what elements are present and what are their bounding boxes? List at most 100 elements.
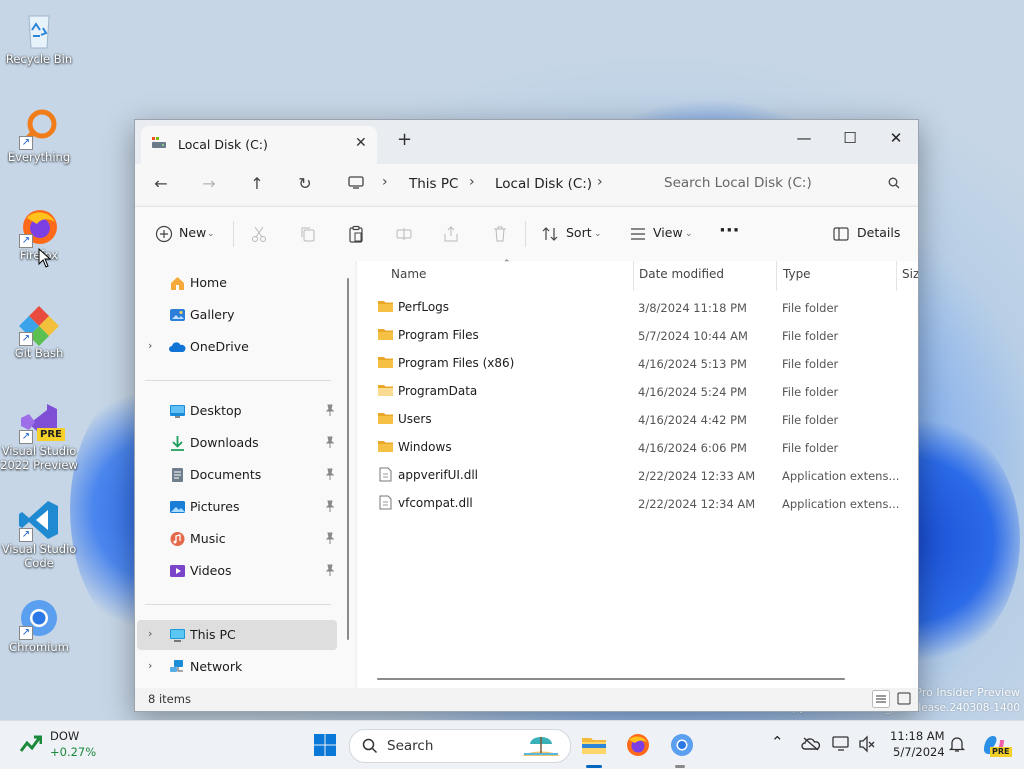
nav-item-pictures[interactable]: Pictures: [137, 492, 337, 522]
desktop-icon-chromium[interactable]: ↗ Chromium: [0, 596, 78, 654]
chevron-right-icon[interactable]: ›: [469, 174, 475, 190]
more-options-button[interactable]: ···: [719, 220, 740, 241]
search-input[interactable]: Search Local Disk (C:): [664, 175, 812, 191]
column-header-date[interactable]: Date modified: [639, 267, 724, 281]
nav-item-downloads[interactable]: Downloads: [137, 428, 337, 458]
desktop-icon-git-bash[interactable]: ↗ Git Bash: [0, 302, 78, 360]
minimize-button[interactable]: —: [781, 124, 827, 152]
show-hidden-icons-chevron-icon[interactable]: ⌃: [771, 733, 784, 751]
widget-value[interactable]: +0.27%: [50, 745, 96, 759]
copy-icon[interactable]: [299, 225, 317, 243]
chevron-down-icon[interactable]: ⌄: [594, 229, 602, 239]
search-icon[interactable]: [888, 177, 900, 189]
pin-icon[interactable]: [325, 500, 335, 512]
new-button[interactable]: New: [179, 225, 206, 240]
nav-item-music[interactable]: Music: [137, 524, 337, 554]
forward-button[interactable]: →: [199, 174, 219, 194]
table-row[interactable]: appverifUI.dll2/22/2024 12:33 AMApplicat…: [357, 461, 918, 489]
pin-icon[interactable]: [325, 436, 335, 448]
nav-item-desktop[interactable]: Desktop: [137, 396, 337, 426]
new-plus-icon[interactable]: [155, 225, 173, 243]
nav-scrollbar[interactable]: [347, 278, 349, 640]
maximize-button[interactable]: ☐: [827, 124, 873, 152]
chevron-right-icon[interactable]: ›: [597, 174, 603, 190]
column-divider[interactable]: [896, 261, 897, 291]
nav-item-videos[interactable]: Videos: [137, 556, 337, 586]
desktop-icon-label: Recycle Bin: [0, 52, 78, 66]
chromium-taskbar-icon[interactable]: [668, 731, 696, 759]
details-button[interactable]: Details: [857, 225, 900, 240]
desktop-icon-everything[interactable]: ↗ Everything: [0, 106, 78, 164]
desktop-icon-recycle-bin[interactable]: Recycle Bin: [0, 8, 78, 66]
desktop-icon-vscode[interactable]: ↗ Visual Studio Code: [0, 498, 78, 570]
tab-close-button[interactable]: ✕: [355, 135, 367, 151]
nav-item-gallery[interactable]: Gallery: [137, 300, 337, 330]
cut-icon[interactable]: [250, 225, 268, 243]
refresh-button[interactable]: ↻: [295, 174, 315, 194]
horizontal-scrollbar[interactable]: [377, 678, 845, 680]
shortcut-arrow-icon: ↗: [19, 528, 33, 542]
column-header-size[interactable]: Size: [902, 267, 919, 281]
tab-local-disk[interactable]: Local Disk (C:) ✕: [141, 126, 377, 164]
file-explorer-taskbar-icon[interactable]: [580, 731, 608, 759]
onedrive-offline-icon[interactable]: [801, 736, 821, 752]
desktop-icon-visual-studio[interactable]: PRE ↗ Visual Studio 2022 Preview: [0, 400, 78, 472]
pin-icon[interactable]: [325, 404, 335, 416]
delete-icon[interactable]: [491, 225, 509, 243]
chevron-right-icon[interactable]: ›: [148, 659, 152, 672]
shortcut-arrow-icon: ↗: [19, 136, 33, 150]
volume-muted-icon[interactable]: [858, 735, 876, 753]
details-view-icon[interactable]: [872, 690, 890, 708]
breadcrumb-this-pc[interactable]: This PC: [409, 176, 458, 192]
nav-item-this-pc[interactable]: › This PC: [137, 620, 337, 650]
table-row[interactable]: Program Files (x86)4/16/2024 5:13 PMFile…: [357, 349, 918, 377]
chevron-right-icon[interactable]: ›: [148, 339, 152, 352]
details-pane-icon[interactable]: [832, 225, 850, 243]
share-icon[interactable]: [442, 225, 460, 243]
chevron-down-icon[interactable]: ⌄: [207, 229, 215, 239]
new-tab-button[interactable]: +: [397, 131, 412, 149]
stock-chart-icon[interactable]: [20, 734, 42, 754]
column-header-type[interactable]: Type: [783, 267, 811, 281]
pin-icon[interactable]: [325, 532, 335, 544]
nav-item-home[interactable]: Home: [137, 268, 337, 298]
table-row[interactable]: ProgramData4/16/2024 5:24 PMFile folder: [357, 377, 918, 405]
taskbar-search-box[interactable]: Search: [349, 729, 571, 763]
up-button[interactable]: ↑: [247, 174, 267, 194]
chevron-right-icon[interactable]: ›: [382, 174, 388, 190]
column-divider[interactable]: [776, 261, 777, 291]
pin-icon[interactable]: [325, 564, 335, 576]
table-row[interactable]: Windows4/16/2024 6:06 PMFile folder: [357, 433, 918, 461]
table-row[interactable]: PerfLogs3/8/2024 11:18 PMFile folder: [357, 293, 918, 321]
paste-icon[interactable]: [347, 225, 365, 243]
view-button[interactable]: View: [653, 225, 683, 240]
windows-start-icon[interactable]: [311, 731, 339, 759]
nav-item-onedrive[interactable]: › OneDrive: [137, 332, 337, 362]
table-row[interactable]: Users4/16/2024 4:42 PMFile folder: [357, 405, 918, 433]
clock-date[interactable]: 5/7/2024: [893, 745, 945, 759]
view-lines-icon[interactable]: [629, 225, 647, 243]
nav-item-documents[interactable]: Documents: [137, 460, 337, 490]
display-icon[interactable]: [832, 735, 850, 753]
column-divider[interactable]: [633, 261, 634, 291]
rename-icon[interactable]: [395, 225, 413, 243]
notification-bell-icon[interactable]: [948, 735, 966, 753]
breadcrumb-local-disk[interactable]: Local Disk (C:): [495, 176, 592, 192]
clock-time[interactable]: 11:18 AM: [890, 729, 945, 743]
close-button[interactable]: ✕: [873, 124, 919, 152]
sort-button[interactable]: Sort: [566, 225, 592, 240]
widget-title[interactable]: DOW: [50, 729, 79, 743]
sort-arrows-icon[interactable]: [541, 225, 559, 243]
nav-item-network[interactable]: › Network: [137, 652, 337, 682]
mouse-cursor-icon: [38, 248, 52, 268]
table-row[interactable]: vfcompat.dll2/22/2024 12:34 AMApplicatio…: [357, 489, 918, 517]
chevron-right-icon[interactable]: ›: [148, 627, 152, 640]
chevron-down-icon[interactable]: ⌄: [685, 229, 693, 239]
back-button[interactable]: ←: [151, 174, 171, 194]
table-row[interactable]: Program Files5/7/2024 10:44 AMFile folde…: [357, 321, 918, 349]
firefox-taskbar-icon[interactable]: [624, 731, 652, 759]
tiles-view-icon[interactable]: [895, 690, 913, 708]
pin-icon[interactable]: [325, 468, 335, 480]
column-header-name[interactable]: Name: [391, 267, 426, 281]
preview-badge: PRE: [37, 428, 65, 441]
